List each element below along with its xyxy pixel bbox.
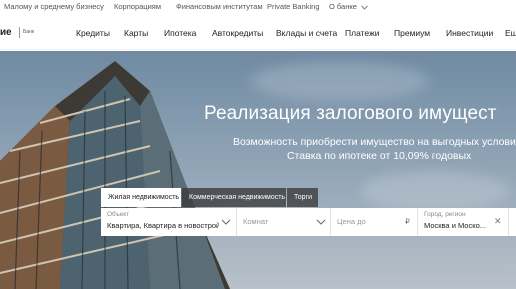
nav-item-cards[interactable]: Карты xyxy=(124,28,148,38)
chevron-down-icon xyxy=(361,5,368,10)
object-value: Квартира, Квартира в новострой... xyxy=(107,221,219,230)
price-placeholder: Цена до xyxy=(337,217,366,226)
object-label: Объект xyxy=(107,211,130,218)
close-icon[interactable]: ✕ xyxy=(494,216,502,227)
topbar-link-sme[interactable]: Малому и среднему бизнесу xyxy=(4,2,104,11)
chevron-down-icon xyxy=(221,219,231,225)
tab-auctions[interactable]: Торги xyxy=(287,188,318,207)
bank-logo[interactable]: ие xyxy=(0,27,12,38)
hero-subtitle-line2: Ставка по ипотеке от 10,09% годовых xyxy=(287,150,472,162)
city-value: Москва и Моско... xyxy=(424,221,487,230)
nav-item-more[interactable]: Ещё xyxy=(505,28,516,38)
nav-item-credits[interactable]: Кредиты xyxy=(76,28,110,38)
price-input[interactable]: Цена до ₽ xyxy=(331,208,418,236)
chevron-down-icon xyxy=(316,219,326,225)
topbar-link-financial-institutions[interactable]: Финансовым институтам xyxy=(176,2,263,11)
tab-commercial[interactable]: Коммерческая недвижимость xyxy=(182,188,286,207)
main-navbar: ие Банк Кредиты Карты Ипотека Автокредит… xyxy=(0,14,516,50)
hero-subtitle-line1: Возможность приобрести имущество на выго… xyxy=(233,136,516,148)
nav-item-auto-credits[interactable]: Автокредиты xyxy=(212,28,263,38)
building-image xyxy=(0,61,230,289)
nav-item-premium[interactable]: Премиум xyxy=(394,28,430,38)
rooms-select[interactable]: Комнат xyxy=(237,208,331,236)
city-select[interactable]: Город, регион Москва и Моско... ✕ xyxy=(418,208,509,236)
logo-divider xyxy=(19,27,20,38)
cloud-shape xyxy=(360,171,510,211)
logo-subtext: Банк xyxy=(23,29,35,35)
ruble-icon: ₽ xyxy=(405,217,410,226)
hero-banner: Реализация залогового имущест Возможност… xyxy=(0,51,516,289)
topbar-link-about[interactable]: О банке xyxy=(329,2,368,11)
nav-item-payments[interactable]: Платежи xyxy=(345,28,379,38)
topbar-link-private-banking[interactable]: Private Banking xyxy=(267,2,320,11)
about-label: О банке xyxy=(329,2,357,11)
tab-residential[interactable]: Жилая недвижимость xyxy=(101,188,181,207)
nav-item-mortgage[interactable]: Ипотека xyxy=(164,28,196,38)
property-search-form: Объект Квартира, Квартира в новострой...… xyxy=(101,208,516,236)
city-label: Город, регион xyxy=(424,211,466,218)
topbar-link-corporations[interactable]: Корпорациям xyxy=(114,2,161,11)
rooms-placeholder: Комнат xyxy=(243,217,269,226)
hero-title: Реализация залогового имущест xyxy=(204,103,497,124)
top-utility-bar: Малому и среднему бизнесу Корпорациям Фи… xyxy=(0,0,516,14)
nav-item-investments[interactable]: Инвестиции xyxy=(446,28,493,38)
object-select[interactable]: Объект Квартира, Квартира в новострой... xyxy=(101,208,237,236)
cloud-shape xyxy=(250,61,430,101)
nav-item-deposits[interactable]: Вклады и счета xyxy=(276,28,337,38)
